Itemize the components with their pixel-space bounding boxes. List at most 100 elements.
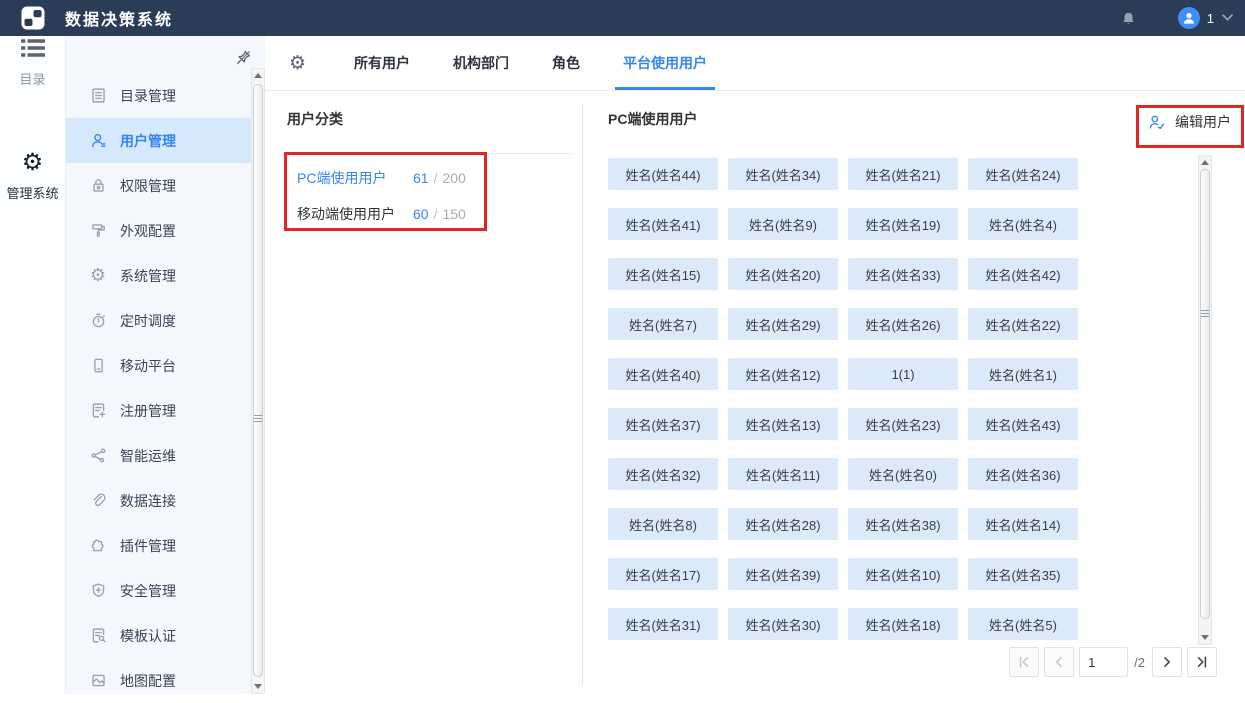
user-pill[interactable]: 姓名(姓名8) <box>608 508 718 540</box>
user-pill[interactable]: 姓名(姓名38) <box>848 508 958 540</box>
user-pill[interactable]: 姓名(姓名30) <box>728 608 838 640</box>
user-pill[interactable]: 姓名(姓名29) <box>728 308 838 340</box>
user-pill[interactable]: 1(1) <box>848 358 958 390</box>
edit-users-label: 编辑用户 <box>1175 114 1231 130</box>
user-pill[interactable]: 姓名(姓名44) <box>608 158 718 190</box>
user-pill[interactable]: 姓名(姓名0) <box>848 458 958 490</box>
last-page-button[interactable] <box>1187 647 1217 677</box>
sidebar-item[interactable]: 外观配置 <box>65 208 251 253</box>
user-pill[interactable]: 姓名(姓名7) <box>608 308 718 340</box>
user-pill[interactable]: 姓名(姓名1) <box>968 358 1078 390</box>
paperclip-icon <box>89 492 107 510</box>
edit-users-button[interactable]: 编辑用户 <box>1148 112 1231 132</box>
user-grid-scrollbar-thumb[interactable] <box>1200 169 1210 619</box>
sidebar-item[interactable]: 权限管理 <box>65 163 251 208</box>
user-pill[interactable]: 姓名(姓名18) <box>848 608 958 640</box>
user-pill[interactable]: 姓名(姓名20) <box>728 258 838 290</box>
category-label: 移动端使用用户 <box>297 206 395 222</box>
mobile-icon <box>89 357 107 375</box>
tab[interactable]: 所有用户 <box>346 36 418 90</box>
rail-item[interactable]: ⚙ 管理系统 <box>0 150 65 202</box>
user-pill[interactable]: 姓名(姓名9) <box>728 208 838 240</box>
tabstrip: ⚙ 所有用户 机构部门 角色 平台使用用户 <box>265 36 1245 91</box>
user-pill[interactable]: 姓名(姓名13) <box>728 408 838 440</box>
user-pill[interactable]: 姓名(姓名32) <box>608 458 718 490</box>
sidebar-item[interactable]: ⚙ 系统管理 <box>65 253 251 298</box>
scroll-down-arrow-icon[interactable] <box>252 680 264 693</box>
user-pill[interactable]: 姓名(姓名41) <box>608 208 718 240</box>
sidebar-item-label: 安全管理 <box>120 582 176 599</box>
user-pill[interactable]: 姓名(姓名22) <box>968 308 1078 340</box>
sidebar-item-label: 目录管理 <box>120 87 176 104</box>
category-item[interactable]: 移动端使用用户 60 / 150 <box>297 196 576 232</box>
sidebar-scrollbar[interactable] <box>251 68 265 694</box>
tab[interactable]: 平台使用用户 <box>615 36 716 90</box>
category-item[interactable]: PC端使用用户 61 / 200 <box>297 160 576 196</box>
sidebar-item[interactable]: 数据连接 <box>65 478 251 523</box>
sidebar-item[interactable]: 注册管理 <box>65 388 251 433</box>
user-pill[interactable]: 姓名(姓名34) <box>728 158 838 190</box>
scroll-up-arrow-icon[interactable] <box>1199 156 1211 169</box>
category-count: 60 <box>413 206 429 222</box>
sidebar-scrollbar-thumb[interactable] <box>253 84 263 677</box>
sidebar-item[interactable]: 地图配置 <box>65 658 251 703</box>
user-pill[interactable]: 姓名(姓名14) <box>968 508 1078 540</box>
sidebar-item[interactable]: 插件管理 <box>65 523 251 568</box>
user-pill[interactable]: 姓名(姓名4) <box>968 208 1078 240</box>
first-page-button[interactable] <box>1009 647 1040 677</box>
prev-page-button[interactable] <box>1044 647 1075 677</box>
user-pill[interactable]: 姓名(姓名5) <box>968 608 1078 640</box>
tab[interactable]: 机构部门 <box>445 36 517 90</box>
sidebar-item[interactable]: 智能运维 <box>65 433 251 478</box>
user-pill[interactable]: 姓名(姓名15) <box>608 258 718 290</box>
page-total-label: /2 <box>1134 654 1145 670</box>
sidebar-item[interactable]: 定时调度 <box>65 298 251 343</box>
sidebar-item[interactable]: 移动平台 <box>65 343 251 388</box>
user-pill[interactable]: 姓名(姓名23) <box>848 408 958 440</box>
user-pill[interactable]: 姓名(姓名26) <box>848 308 958 340</box>
user-pill[interactable]: 姓名(姓名21) <box>848 158 958 190</box>
user-pill[interactable]: 姓名(姓名28) <box>728 508 838 540</box>
rail-item[interactable]: 目录 <box>0 36 65 88</box>
user-pill[interactable]: 姓名(姓名31) <box>608 608 718 640</box>
user-pill[interactable]: 姓名(姓名17) <box>608 558 718 590</box>
chevron-down-icon[interactable] <box>1222 14 1233 22</box>
user-pill[interactable]: 姓名(姓名19) <box>848 208 958 240</box>
user-pill[interactable]: 姓名(姓名10) <box>848 558 958 590</box>
notification-bell-icon[interactable] <box>1121 11 1136 26</box>
user-pill[interactable]: 姓名(姓名39) <box>728 558 838 590</box>
scroll-up-arrow-icon[interactable] <box>252 69 264 82</box>
user-pill[interactable]: 姓名(姓名36) <box>968 458 1078 490</box>
sidebar-item[interactable]: 模板认证 <box>65 613 251 658</box>
tab[interactable]: 角色 <box>544 36 588 90</box>
user-pill[interactable]: 姓名(姓名24) <box>968 158 1078 190</box>
user-pill[interactable]: 姓名(姓名40) <box>608 358 718 390</box>
tab-settings-gear-icon[interactable]: ⚙ <box>289 53 306 73</box>
puzzle-icon <box>89 537 107 555</box>
catalog-list-icon <box>0 36 65 60</box>
divider <box>287 153 572 154</box>
rail-item-label: 目录 <box>19 72 46 87</box>
sidebar-item-label: 移动平台 <box>120 357 176 374</box>
sidebar-menu: 目录管理 用户管理 权限管理 外观配置 ⚙ 系统管理 定时调度 移动平台 注册管… <box>65 73 251 703</box>
scroll-down-arrow-icon[interactable] <box>1199 631 1211 644</box>
user-pill[interactable]: 姓名(姓名35) <box>968 558 1078 590</box>
users-panel-title: PC端使用用户 <box>608 111 698 127</box>
user-avatar[interactable] <box>1177 7 1200 29</box>
sidebar-item[interactable]: 目录管理 <box>65 73 251 118</box>
next-page-button[interactable] <box>1152 647 1182 677</box>
map-icon <box>89 672 107 690</box>
user-pill[interactable]: 姓名(姓名37) <box>608 408 718 440</box>
user-grid-scrollbar[interactable] <box>1198 155 1212 645</box>
user-pill[interactable]: 姓名(姓名43) <box>968 408 1078 440</box>
page-number-input[interactable] <box>1079 647 1129 677</box>
user-pill[interactable]: 姓名(姓名42) <box>968 258 1078 290</box>
sidebar-item[interactable]: 安全管理 <box>65 568 251 613</box>
user-pill[interactable]: 姓名(姓名11) <box>728 458 838 490</box>
user-pill[interactable]: 姓名(姓名33) <box>848 258 958 290</box>
user-icon <box>89 132 107 150</box>
user-pill[interactable]: 姓名(姓名12) <box>728 358 838 390</box>
unpin-icon[interactable] <box>235 49 253 67</box>
sidebar-item[interactable]: 用户管理 <box>65 118 251 163</box>
app-logo[interactable] <box>0 6 65 30</box>
